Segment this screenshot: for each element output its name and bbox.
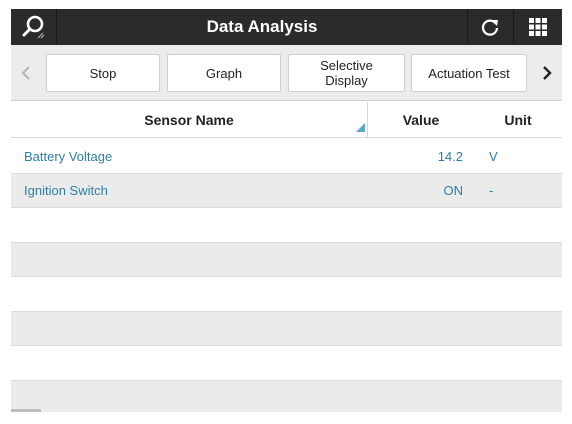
table-row[interactable] [11, 311, 562, 346]
sensor-value-cell [367, 346, 463, 380]
column-header-unit[interactable]: Unit [474, 102, 562, 138]
selective-display-button[interactable]: Selective Display [288, 54, 405, 92]
sensor-value-cell [367, 243, 463, 277]
scroll-indicator [11, 409, 41, 412]
table-row[interactable] [11, 380, 562, 413]
toolbar-prev-button[interactable] [11, 45, 41, 101]
page-title: Data Analysis [206, 17, 318, 36]
refresh-button[interactable] [467, 9, 512, 45]
sensor-name-cell: Battery Voltage [24, 148, 113, 164]
sensor-value-cell [367, 312, 463, 346]
sensor-unit-cell: - [489, 183, 494, 198]
sensor-value-cell [367, 208, 463, 242]
sort-indicator-icon [356, 123, 365, 132]
search-button[interactable] [11, 9, 57, 45]
search-icon [22, 15, 44, 39]
chevron-left-icon [21, 66, 30, 80]
sensor-value-cell [367, 381, 463, 413]
sensor-value-cell [367, 277, 463, 311]
title-bar: Data Analysis [11, 9, 562, 45]
sensor-name-cell: Ignition Switch [24, 183, 108, 198]
table-row[interactable] [11, 277, 562, 312]
graph-button[interactable]: Graph [167, 54, 281, 92]
sensor-unit-cell: V [489, 148, 498, 164]
app-window: Data Analysis Stop Graph Selective Displ… [11, 9, 562, 412]
sensor-table-body: Battery Voltage 14.2 V Ignition Switch O… [11, 139, 562, 412]
actuation-test-button[interactable]: Actuation Test [411, 54, 527, 92]
table-header: Sensor Name Value Unit [11, 102, 562, 138]
table-row[interactable]: Battery Voltage 14.2 V [11, 139, 562, 174]
table-row[interactable] [11, 346, 562, 381]
grid-menu-icon [529, 18, 547, 36]
table-row[interactable] [11, 208, 562, 243]
chevron-right-icon [543, 66, 552, 80]
toolbar-next-button[interactable] [532, 45, 562, 101]
refresh-icon [481, 19, 499, 36]
column-header-value[interactable]: Value [367, 102, 474, 138]
sensor-value-cell: 14.2 [437, 148, 463, 164]
table-row[interactable] [11, 242, 562, 277]
table-row[interactable]: Ignition Switch ON - [11, 173, 562, 208]
grid-menu-button[interactable] [513, 9, 562, 45]
stop-button[interactable]: Stop [46, 54, 160, 92]
column-header-sensor-name[interactable]: Sensor Name [11, 102, 367, 138]
sensor-value-cell: ON [443, 183, 464, 198]
action-toolbar: Stop Graph Selective Display Actuation T… [11, 45, 562, 101]
